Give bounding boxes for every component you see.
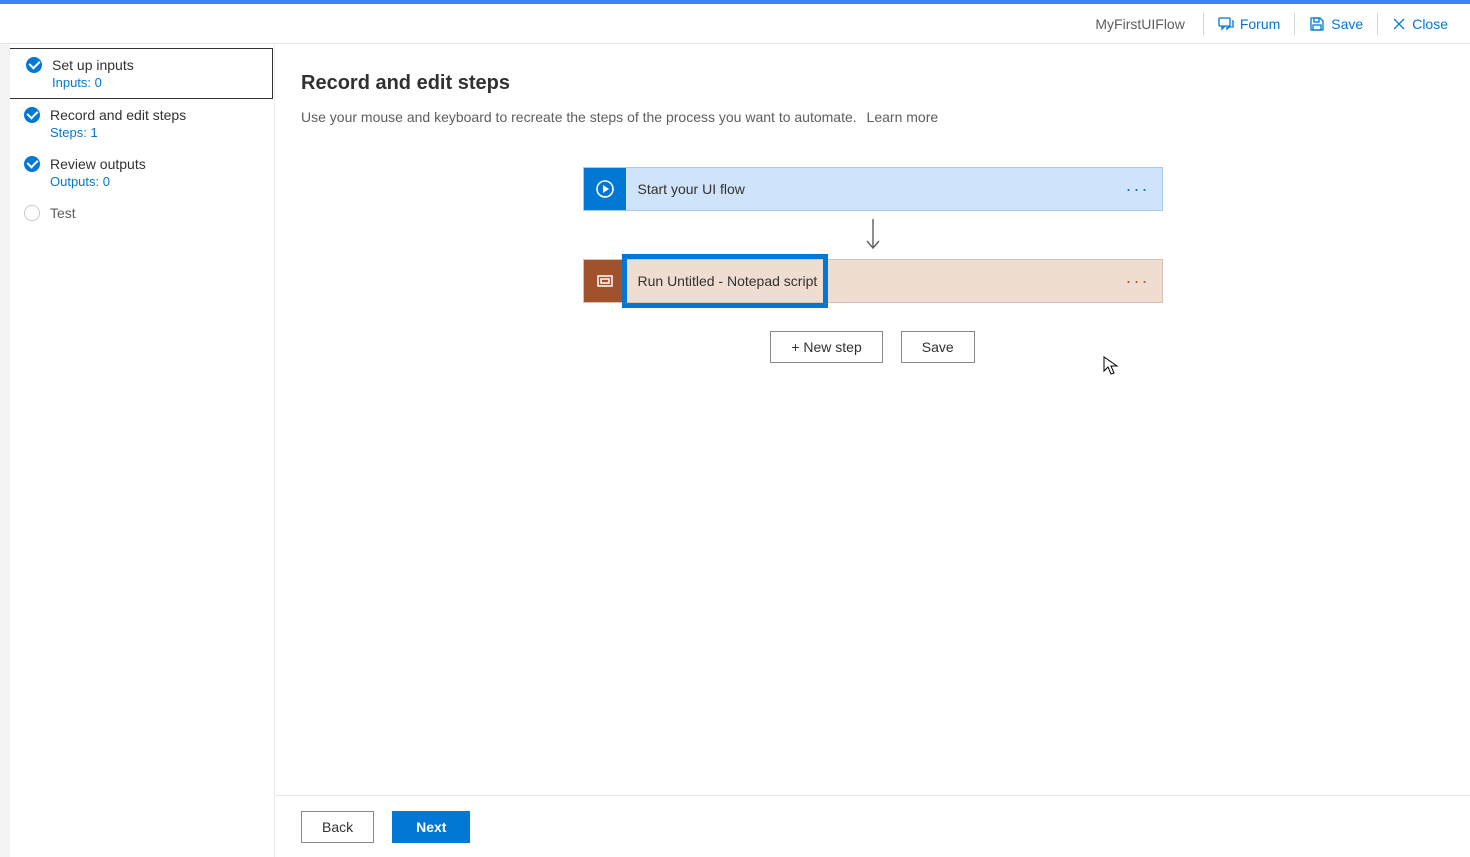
wizard-subtext: Outputs: 0 — [50, 174, 262, 189]
page-title: Record and edit steps — [301, 72, 1444, 95]
wizard-title: Test — [50, 205, 76, 221]
wizard-subtext: Inputs: 0 — [52, 75, 260, 90]
scrollbar-track[interactable] — [0, 44, 10, 857]
forum-button[interactable]: Forum — [1206, 4, 1292, 44]
step-menu-icon[interactable]: ··· — [1126, 179, 1150, 200]
save-button-header[interactable]: Save — [1297, 4, 1375, 44]
wizard-step-review-outputs[interactable]: Review outputs Outputs: 0 — [0, 148, 274, 197]
check-icon — [26, 57, 42, 73]
recording-icon — [584, 260, 626, 302]
check-icon — [24, 107, 40, 123]
learn-more-link[interactable]: Learn more — [867, 109, 939, 125]
separator — [1294, 13, 1295, 35]
wizard-subtext: Steps: 1 — [50, 125, 262, 140]
page-description: Use your mouse and keyboard to recreate … — [301, 109, 1444, 125]
empty-circle-icon — [24, 205, 40, 221]
flow-canvas: Start your UI flow ··· Run Untitled - No… — [301, 167, 1444, 363]
forum-icon — [1218, 16, 1234, 32]
new-step-button[interactable]: + New step — [770, 331, 882, 363]
next-button[interactable]: Next — [392, 811, 470, 843]
footer-bar: Back Next — [275, 795, 1470, 857]
wizard-step-test[interactable]: Test — [0, 197, 274, 229]
flow-step-label: Start your UI flow — [626, 181, 1126, 197]
separator — [1203, 13, 1204, 35]
wizard-step-record-edit[interactable]: Record and edit steps Steps: 1 — [0, 99, 274, 148]
play-icon — [584, 168, 626, 210]
close-icon — [1392, 17, 1406, 31]
wizard-title: Review outputs — [50, 156, 146, 172]
flow-step-notepad[interactable]: Run Untitled - Notepad script ··· — [583, 259, 1163, 303]
step-menu-icon[interactable]: ··· — [1126, 271, 1150, 292]
wizard-title: Set up inputs — [52, 57, 134, 73]
save-label: Save — [1331, 16, 1363, 32]
wizard-sidebar: Set up inputs Inputs: 0 Record and edit … — [0, 44, 275, 857]
arrow-down-icon — [863, 217, 883, 253]
back-button[interactable]: Back — [301, 811, 374, 843]
save-icon — [1309, 16, 1325, 32]
save-flow-button[interactable]: Save — [901, 331, 975, 363]
forum-label: Forum — [1240, 16, 1280, 32]
flow-step-start[interactable]: Start your UI flow ··· — [583, 167, 1163, 211]
wizard-title: Record and edit steps — [50, 107, 186, 123]
check-icon — [24, 156, 40, 172]
separator — [1377, 13, 1378, 35]
header-bar: MyFirstUIFlow Forum Save Close — [0, 4, 1470, 44]
close-button-header[interactable]: Close — [1380, 4, 1460, 44]
flow-step-label: Run Untitled - Notepad script — [626, 273, 1126, 289]
main-content: Record and edit steps Use your mouse and… — [275, 44, 1470, 857]
flow-name: MyFirstUIFlow — [1085, 16, 1194, 32]
close-label: Close — [1412, 16, 1448, 32]
wizard-step-setup-inputs[interactable]: Set up inputs Inputs: 0 — [1, 48, 273, 99]
